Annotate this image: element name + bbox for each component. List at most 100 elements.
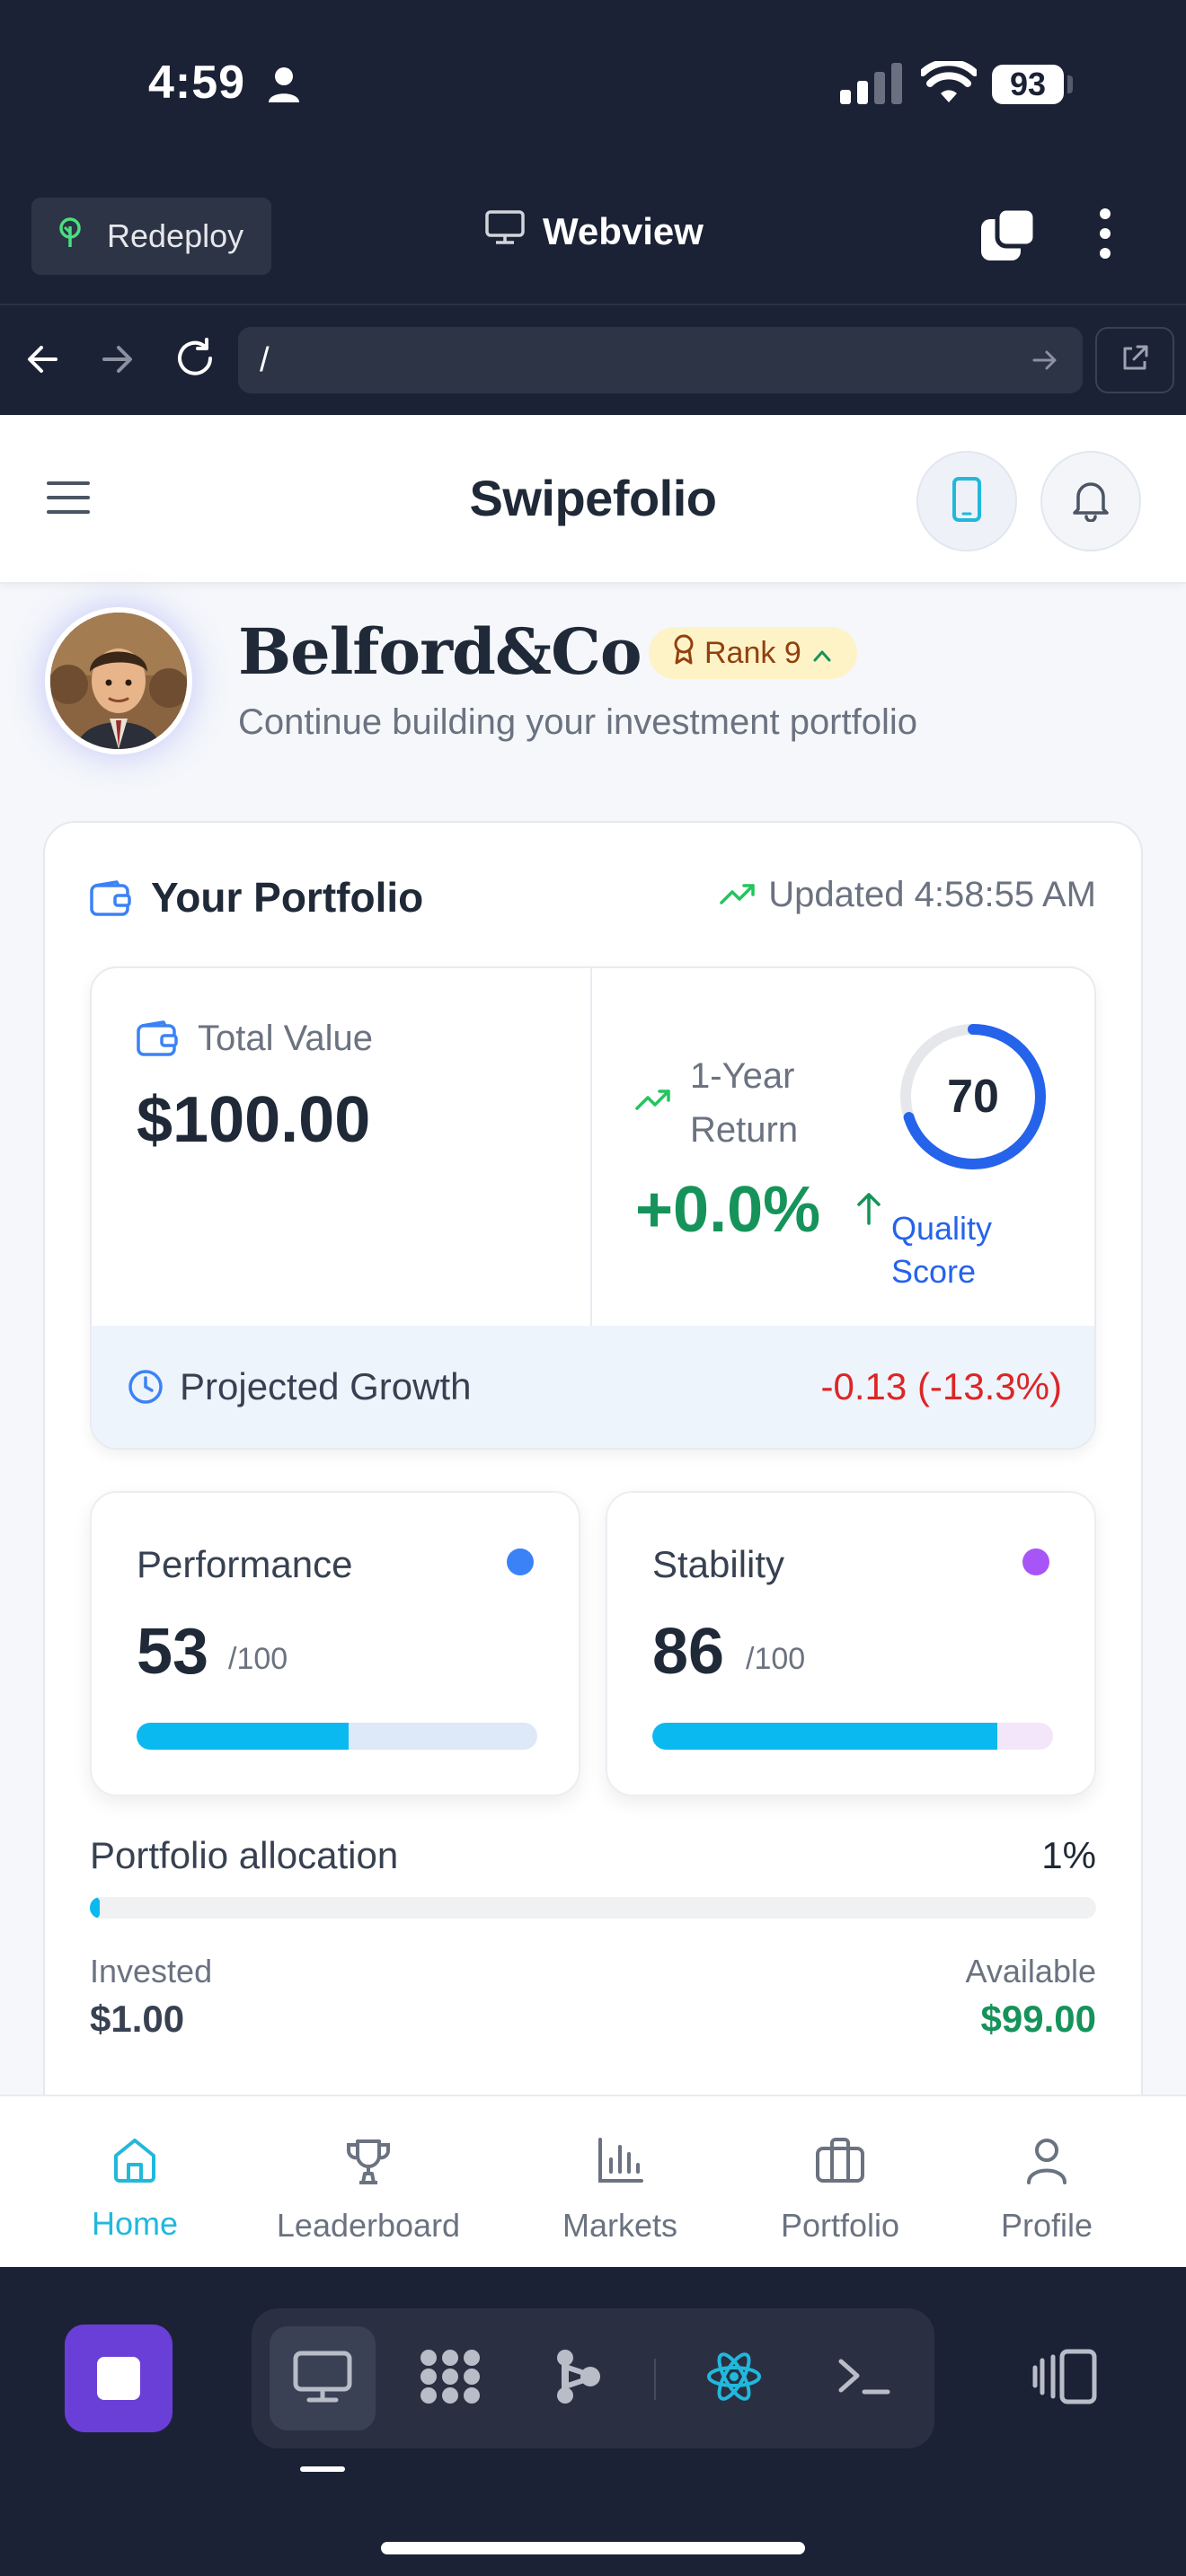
projected-growth-row: Projected Growth -0.13 (-13.3%) (92, 1326, 1094, 1448)
trending-up-icon (720, 875, 768, 915)
nav-leaderboard-label: Leaderboard (276, 2207, 461, 2244)
avatar[interactable] (45, 607, 192, 754)
active-tool-indicator (300, 2466, 345, 2472)
performance-max: /100 (228, 1642, 288, 1676)
reload-icon[interactable] (174, 338, 216, 384)
allocation-label: Portfolio allocation (90, 1834, 399, 1876)
phone-icon (951, 476, 982, 526)
wallet-icon (137, 1020, 178, 1061)
status-time: 4:59 (148, 57, 246, 109)
updated-label: Updated 4:58:55 AM (768, 875, 1096, 914)
bottom-nav: Home Leaderboard Markets Portfolio Profi… (0, 2095, 1186, 2267)
home-icon (111, 2136, 159, 2192)
user-icon (1023, 2136, 1070, 2194)
terminal-tool-button[interactable] (810, 2326, 916, 2430)
projected-growth-label: Projected Growth (180, 1365, 472, 1407)
available-value: $99.00 (980, 1998, 1096, 2040)
home-indicator (381, 2542, 805, 2554)
portfolio-title: Your Portfolio (151, 874, 424, 921)
allocation-bar-fill (90, 1897, 101, 1919)
flow-tool-button[interactable] (525, 2326, 631, 2430)
profile-subtitle: Continue building your investment portfo… (238, 702, 917, 742)
flow-icon (553, 2349, 603, 2409)
dev-dock (0, 2267, 1186, 2576)
tabs-icon[interactable] (979, 206, 1038, 269)
go-arrow-icon[interactable] (1031, 347, 1058, 378)
quality-score-label[interactable]: Quality Score (891, 1207, 1035, 1293)
clock-icon (128, 1369, 164, 1409)
portfolio-card: Your Portfolio Updated 4:58:55 AM Total … (43, 821, 1143, 2267)
briefcase-icon (814, 2136, 866, 2194)
total-value: $100.00 (137, 1084, 371, 1156)
bell-icon (1070, 477, 1111, 526)
bar-chart-icon (595, 2136, 645, 2194)
app-webview: Swipefolio Belford&Co Rank 9 Continue bu… (0, 415, 1186, 2267)
person-icon (268, 66, 300, 107)
battery-tip (1067, 75, 1073, 93)
wallet-icon (90, 880, 131, 921)
nav-markets[interactable]: Markets (539, 2096, 701, 2267)
grid-icon (418, 2347, 482, 2411)
nav-home[interactable]: Home (63, 2096, 207, 2267)
performance-bar-fill (137, 1723, 350, 1750)
performance-card[interactable]: Performance 53 /100 (90, 1491, 580, 1796)
tree-icon (57, 216, 107, 256)
monitor-icon (485, 210, 543, 253)
stop-icon (97, 2357, 140, 2400)
desktop-icon (293, 2350, 352, 2408)
open-external-button[interactable] (1095, 327, 1174, 393)
arrow-up-icon (855, 1191, 882, 1230)
redeploy-label: Redeploy (107, 217, 244, 254)
stop-button[interactable] (65, 2325, 173, 2432)
redeploy-button[interactable]: Redeploy (31, 198, 271, 275)
webview-title: Webview (485, 210, 704, 253)
return-label: 1-Year Return (690, 1056, 799, 1150)
trending-up-icon (635, 1089, 671, 1116)
status-bar: 4:59 93 (0, 0, 1186, 180)
stability-value: 86 (652, 1616, 725, 1688)
tool-switcher (252, 2308, 934, 2448)
performance-bar (137, 1723, 537, 1750)
react-icon (705, 2350, 763, 2408)
wifi-icon (919, 58, 978, 109)
stability-dot (1022, 1548, 1049, 1575)
nav-profile[interactable]: Profile (966, 2096, 1128, 2267)
grid-tool-button[interactable] (397, 2326, 503, 2430)
url-bar: / (0, 305, 1186, 415)
allocation-percent: 1% (1041, 1834, 1096, 1876)
trophy-icon (343, 2136, 394, 2194)
split-view-icon[interactable] (1031, 2348, 1100, 2410)
desktop-tool-button[interactable] (270, 2326, 376, 2430)
summary-divider (590, 968, 592, 1326)
allocation-bar (90, 1897, 1096, 1919)
url-input[interactable]: / (238, 327, 1083, 393)
battery-indicator: 93 (992, 65, 1064, 104)
dev-toolbar: Redeploy Webview (0, 180, 1186, 305)
back-arrow-icon[interactable] (25, 341, 61, 382)
return-value: +0.0% (635, 1174, 821, 1246)
invested-label: Invested (90, 1953, 213, 1989)
total-value-label: Total Value (198, 1019, 373, 1058)
available-label: Available (965, 1953, 1096, 1989)
nav-leaderboard[interactable]: Leaderboard (261, 2096, 476, 2267)
nav-home-label: Home (91, 2205, 179, 2242)
stability-card[interactable]: Stability 86 /100 (606, 1491, 1096, 1796)
nav-portfolio[interactable]: Portfolio (759, 2096, 921, 2267)
performance-value: 53 (137, 1616, 209, 1688)
invested-value: $1.00 (90, 1998, 185, 2040)
stability-bar (652, 1723, 1053, 1750)
stability-bar-fill (652, 1723, 997, 1750)
nav-portfolio-label: Portfolio (780, 2207, 900, 2244)
stability-label: Stability (652, 1543, 785, 1585)
device-view-button[interactable] (916, 451, 1017, 551)
forward-arrow-icon[interactable] (99, 341, 135, 382)
updated-timestamp: Updated 4:58:55 AM (720, 875, 1096, 915)
tool-divider (654, 2359, 656, 2400)
projected-growth-value: -0.13 (-13.3%) (820, 1365, 1062, 1407)
external-link-icon (1120, 343, 1150, 378)
portfolio-summary: Total Value $100.00 1-Year Return +0.0% … (90, 966, 1096, 1450)
notifications-button[interactable] (1040, 451, 1141, 551)
react-tool-button[interactable] (681, 2326, 787, 2430)
rank-badge[interactable]: Rank 9 (649, 627, 857, 679)
more-vertical-icon[interactable] (1092, 207, 1119, 265)
